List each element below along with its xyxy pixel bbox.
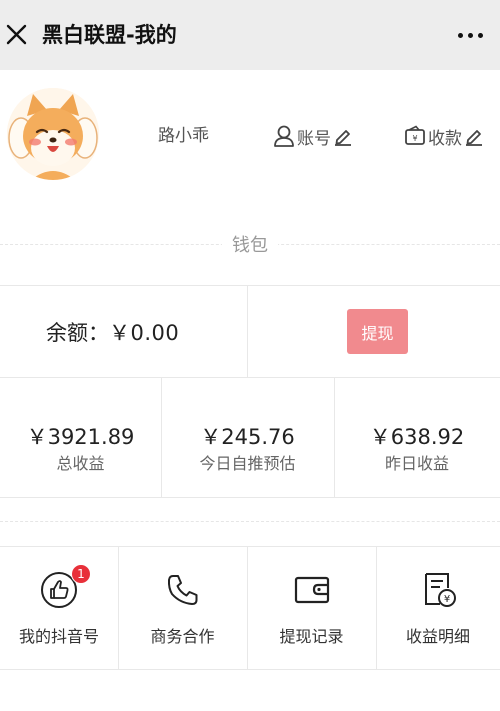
svg-text:¥: ¥ — [412, 134, 417, 143]
account-label: 账号 — [297, 128, 331, 149]
stat-value: ￥638.92 — [369, 425, 465, 449]
menu-earnings-details[interactable]: ¥ 收益明细 — [376, 548, 500, 668]
thumbs-up-icon: 1 — [39, 564, 91, 610]
more-dots-icon[interactable] — [450, 22, 490, 48]
menu-label: 收益明细 — [405, 627, 470, 646]
stat-yesterday-earnings[interactable]: ￥638.92 昨日收益 — [334, 423, 500, 475]
divider — [0, 285, 500, 286]
divider — [0, 546, 500, 547]
withdraw-button[interactable]: 提现 — [347, 309, 408, 354]
svg-text:¥: ¥ — [444, 594, 450, 605]
wallet-title: 钱包 — [0, 231, 500, 257]
bill-icon: ¥ — [418, 570, 458, 610]
edit-icon — [466, 130, 482, 146]
stat-label: 今日自推预估 — [199, 454, 296, 473]
stat-label: 总收益 — [56, 454, 105, 473]
menu-label: 我的抖音号 — [18, 627, 99, 646]
stat-value: ￥245.76 — [200, 425, 295, 449]
collect-link[interactable]: ¥ 收款 — [404, 122, 484, 150]
balance-value: ￥0.00 — [109, 321, 180, 345]
avatar[interactable] — [7, 88, 99, 180]
stat-total-earnings[interactable]: ￥3921.89 总收益 — [0, 423, 161, 475]
wallet-icon — [292, 570, 332, 610]
balance: 余额：￥0.00 — [46, 317, 179, 349]
edit-icon — [335, 130, 351, 146]
menu-label: 商务合作 — [150, 627, 215, 646]
divider — [0, 377, 500, 378]
menu-my-douyin[interactable]: 1 我的抖音号 — [0, 548, 118, 668]
divider — [0, 669, 500, 670]
top-bar: 黑白联盟-我的 — [0, 0, 500, 70]
page-title: 黑白联盟-我的 — [42, 23, 177, 47]
username: 路小乖 — [158, 126, 209, 146]
account-link[interactable]: 账号 — [273, 122, 353, 150]
menu-business-cooperation[interactable]: 商务合作 — [118, 548, 247, 668]
stat-label: 昨日收益 — [384, 454, 449, 473]
phone-icon — [163, 570, 203, 610]
menu-withdraw-records[interactable]: 提现记录 — [247, 548, 376, 668]
user-icon — [274, 125, 294, 147]
balance-label: 余额： — [46, 321, 109, 345]
divider — [247, 285, 248, 377]
collect-label: 收款 — [428, 128, 462, 149]
wallet-title-text: 钱包 — [222, 235, 278, 256]
divider — [0, 521, 500, 522]
close-icon[interactable] — [2, 20, 32, 50]
divider — [0, 497, 500, 498]
menu-label: 提现记录 — [279, 627, 344, 646]
stat-today-estimate[interactable]: ￥245.76 今日自推预估 — [161, 423, 334, 475]
wallet-small-icon: ¥ — [405, 125, 425, 145]
notification-badge: 1 — [71, 564, 91, 584]
stat-value: ￥3921.89 — [26, 425, 135, 449]
